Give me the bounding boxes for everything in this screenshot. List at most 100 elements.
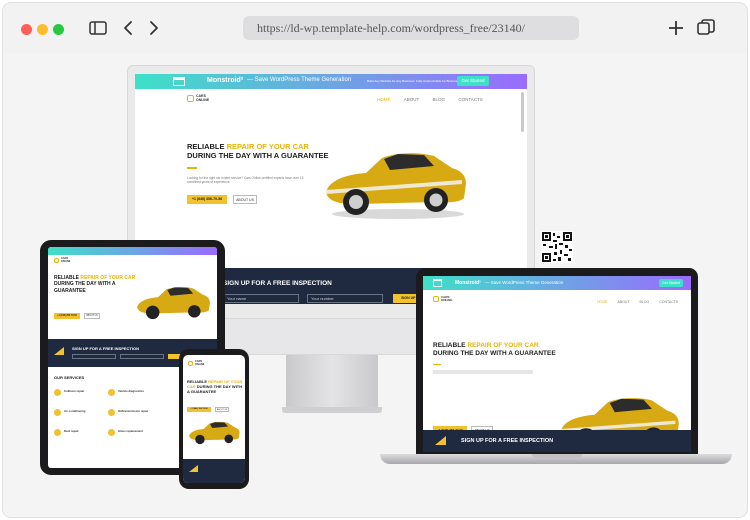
hero-highlight: REPAIR OF YOUR CAR (226, 142, 309, 151)
logo-line2: ONLINE (196, 97, 210, 102)
imac-stand (286, 355, 378, 407)
tablet-hero-line3: GUARANTEE (54, 287, 86, 294)
tablet-logo[interactable]: CARS ONLINE (54, 257, 71, 264)
forward-icon[interactable] (143, 17, 165, 39)
laptop-nav-blog[interactable]: BLOG (640, 300, 650, 304)
laptop-signup-section: SIGN UP FOR A FREE INSPECTION (423, 430, 691, 452)
imac-foot (282, 407, 382, 413)
laptop-hero-highlight: REPAIR OF YOUR CAR (467, 342, 539, 349)
about-us-button[interactable]: ABOUT US (233, 195, 257, 204)
phone-logo-icon (188, 361, 193, 367)
tablet-hero-title: RELIABLE REPAIR OF YOUR CAR DURING THE D… (54, 275, 135, 294)
tablet-signup-title: SIGN UP FOR A FREE INSPECTION (72, 346, 139, 351)
hero-underline (187, 167, 197, 169)
nav-home[interactable]: HOME (377, 97, 391, 102)
tablet-hero-reliable: RELIABLE (54, 275, 79, 281)
nav-contacts[interactable]: CONTACTS (458, 97, 482, 102)
scrollbar[interactable] (521, 92, 524, 132)
phone-logo[interactable]: CARS ONLINE (188, 360, 205, 367)
back-icon[interactable] (117, 17, 139, 39)
mockup-image: Monstroid² — Save WordPress Theme Genera… (3, 53, 747, 517)
phone-screen: CARS ONLINE RELIABLE REPAIR OF YOUR CAR … (183, 355, 245, 483)
site-logo[interactable]: CARS ONLINE (187, 94, 210, 103)
tablet-phone-button[interactable]: +1 (646) 356-79-56 (54, 313, 80, 319)
minimize-dot[interactable] (37, 24, 48, 35)
maximize-dot[interactable] (53, 24, 64, 35)
laptop-banner: Monstroid² — Save WordPress Theme Genera… (423, 276, 691, 290)
tablet-name-field[interactable] (72, 354, 116, 359)
new-tab-icon[interactable] (665, 17, 687, 39)
number-field[interactable]: Your number (307, 294, 383, 303)
phone-about-button[interactable]: ABOUT US (215, 407, 229, 412)
service-label: Collision repair (64, 389, 85, 393)
banner-brand: Monstroid² (207, 77, 244, 84)
service-icon (108, 429, 115, 436)
tablet-hero-highlight: REPAIR OF YOUR CAR (80, 275, 136, 281)
logo-icon (187, 95, 194, 103)
tabs-overview-icon[interactable] (695, 17, 717, 39)
service-icon (54, 389, 61, 396)
laptop-hero-description (433, 370, 533, 374)
laptop-nav-contacts[interactable]: CONTACTS (659, 300, 678, 304)
tablet-services-title: OUR SERVICES (54, 375, 85, 380)
sidebar-toggle-icon[interactable] (87, 17, 109, 39)
laptop-nav: HOME ABOUT BLOG CONTACTS (597, 300, 678, 304)
phone-car-image (189, 421, 240, 445)
phone-hero-line3: A GUARANTEE (187, 389, 217, 394)
service-icon (108, 389, 115, 396)
browser-toolbar: https://ld-wp.template-help.com/wordpres… (3, 3, 747, 53)
hero-description: Looking for the right car expert service… (187, 176, 304, 185)
tablet-plane-icon (54, 347, 64, 355)
laptop-logo-line2: ONLINE (441, 298, 453, 303)
laptop-logo[interactable]: CARS ONLINE (433, 295, 453, 303)
phone-plane-icon (189, 465, 198, 472)
browser-window: https://ld-wp.template-help.com/wordpres… (3, 3, 747, 517)
service-icon (54, 409, 61, 416)
hero-reliable: RELIABLE (187, 142, 225, 151)
phone-phone-button[interactable]: +1 (646) 356-79-56 (187, 407, 211, 412)
laptop-notch (532, 454, 582, 458)
nav-blog[interactable]: BLOG (433, 97, 446, 102)
tablet-car-image (137, 286, 210, 320)
main-nav: HOME ABOUT BLOG CONTACTS (377, 97, 483, 102)
name-field[interactable]: Your name (223, 294, 299, 303)
laptop-screen: Monstroid² — Save WordPress Theme Genera… (423, 276, 691, 452)
laptop-banner-button[interactable]: Get Started (659, 279, 683, 287)
hero-line2: DURING THE DAY WITH A GUARANTEE (187, 151, 329, 161)
banner-logo-icon (173, 77, 185, 86)
laptop-hero-reliable: RELIABLE (433, 342, 466, 349)
tablet-banner (48, 247, 217, 255)
tablet-logo-line2: ONLINE (61, 259, 71, 263)
laptop-banner-text: — Save WordPress Theme Generation (485, 280, 564, 285)
laptop-hero-line2: DURING THE DAY WITH A GUARANTEE (433, 350, 556, 358)
address-bar[interactable]: https://ld-wp.template-help.com/wordpres… (243, 16, 579, 40)
laptop-nav-about[interactable]: ABOUT (617, 300, 629, 304)
service-label: Dent repair (64, 429, 79, 433)
service-label: Oil/transmission repair (118, 409, 149, 413)
service-label: Glass replacement (118, 429, 143, 433)
banner-button[interactable]: Get Started (457, 76, 489, 86)
banner-text: — Save WordPress Theme Generation (247, 77, 352, 83)
laptop-hero-title: RELIABLE REPAIR OF YOUR CAR DURING THE D… (433, 342, 556, 358)
car-image (326, 153, 466, 219)
phone-logo-line2: ONLINE (195, 362, 205, 366)
laptop-banner-logo-icon (433, 279, 442, 287)
phone-hero-title: RELIABLE REPAIR OF YOUR CAR DURING THE D… (187, 379, 242, 394)
tablet-about-button[interactable]: ABOUT US (84, 313, 100, 319)
promo-banner: Monstroid² — Save WordPress Theme Genera… (135, 74, 527, 89)
signup-title: SIGN UP FOR A FREE INSPECTION (223, 280, 332, 287)
nav-about[interactable]: ABOUT (404, 97, 420, 102)
service-label: Vehicle diagnostics (118, 389, 144, 393)
tablet-logo-icon (54, 258, 59, 264)
hero-title: RELIABLE REPAIR OF YOUR CAR DURING THE D… (187, 142, 329, 161)
laptop-signup-title: SIGN UP FOR A FREE INSPECTION (461, 438, 554, 444)
service-label: Air conditioning (64, 409, 86, 413)
laptop-logo-icon (433, 296, 439, 303)
phone-button[interactable]: +1 (646) 356-79-56 (187, 195, 227, 204)
close-dot[interactable] (21, 24, 32, 35)
tablet-number-field[interactable] (120, 354, 164, 359)
phone-signup-section (183, 459, 245, 483)
laptop-nav-home[interactable]: HOME (597, 300, 608, 304)
service-icon (54, 429, 61, 436)
laptop-plane-icon (435, 436, 446, 445)
